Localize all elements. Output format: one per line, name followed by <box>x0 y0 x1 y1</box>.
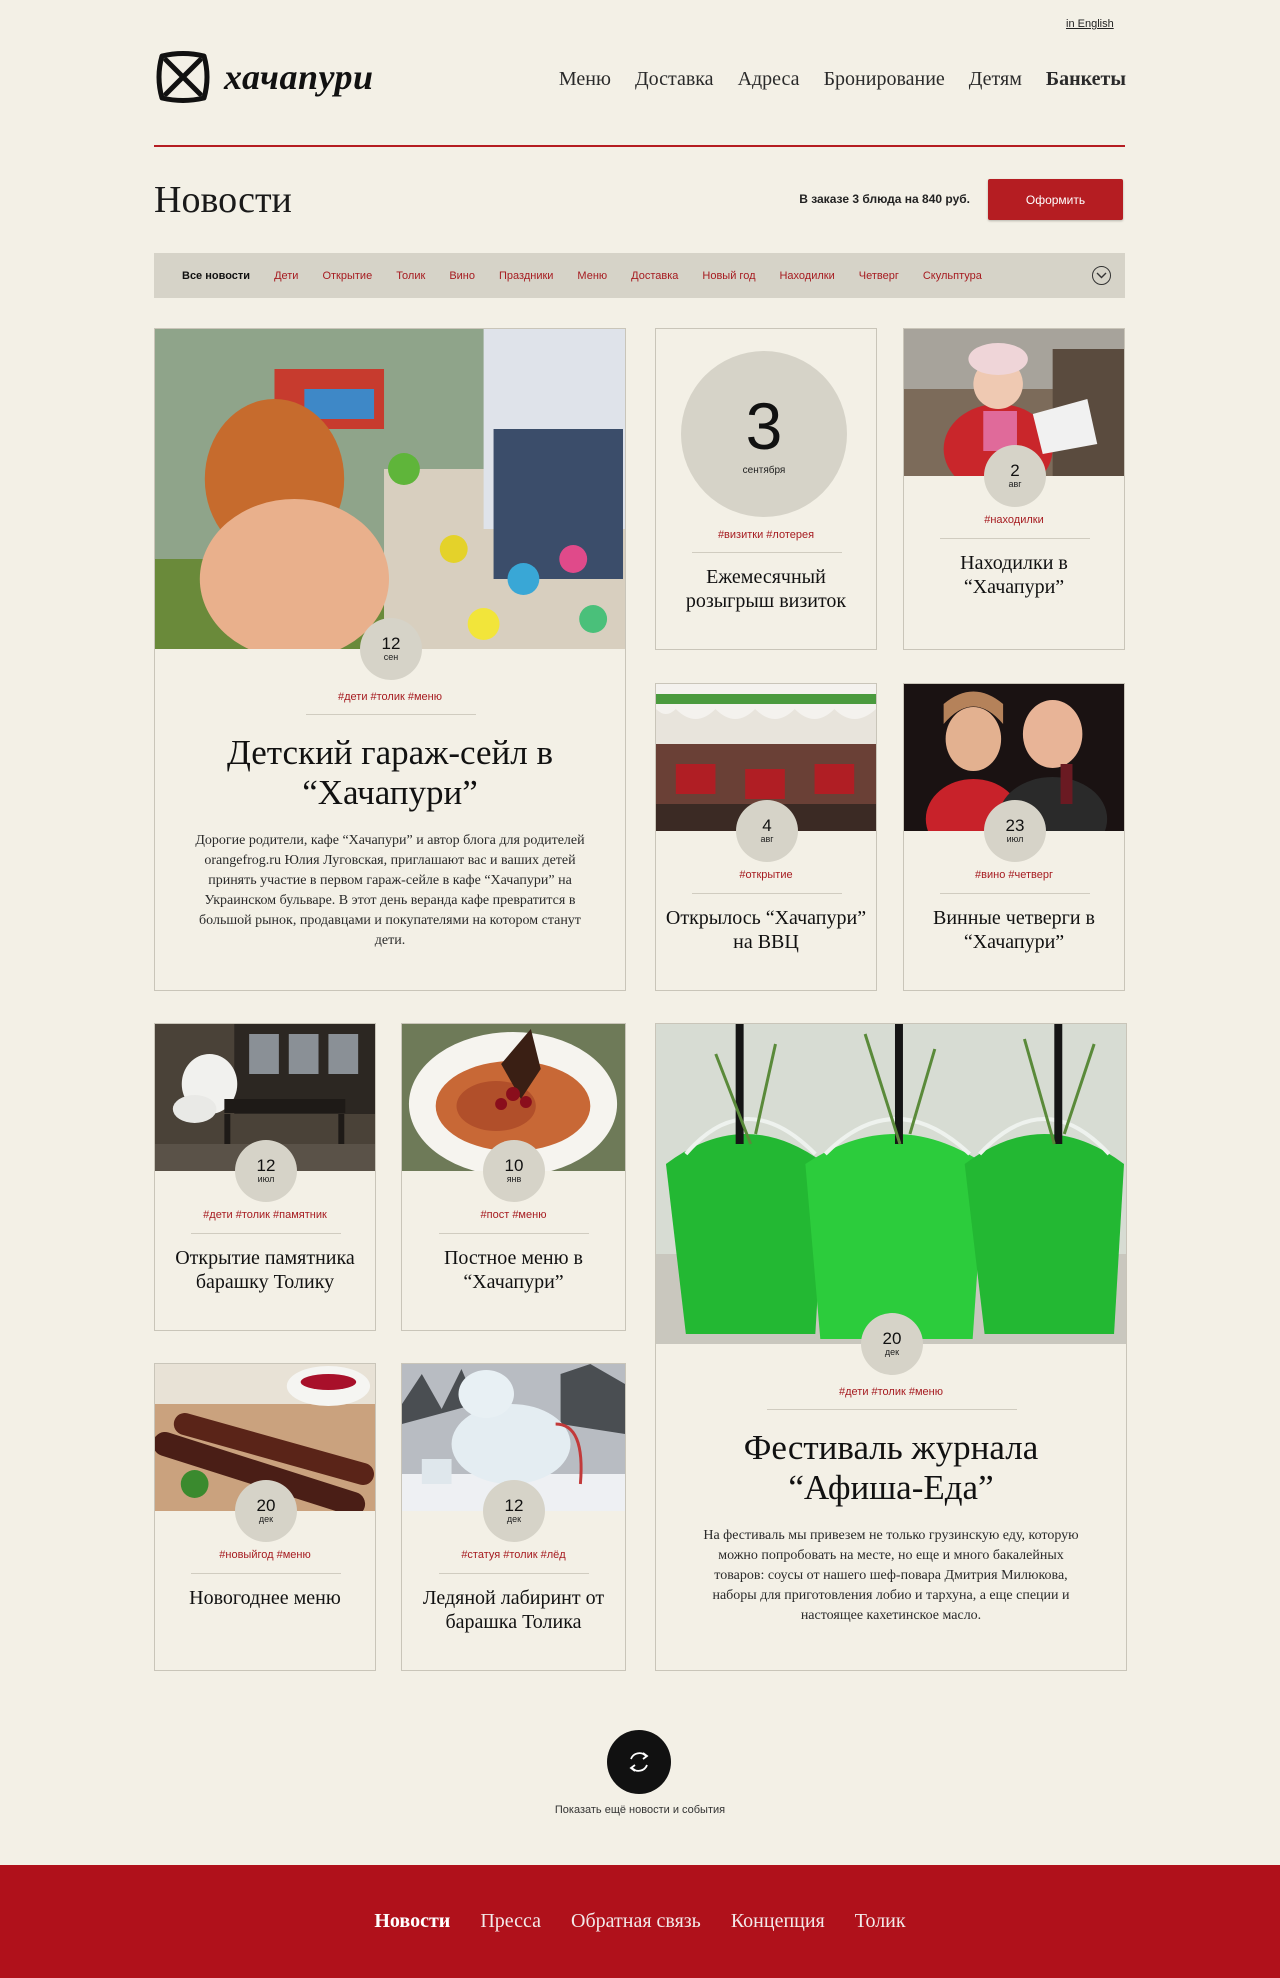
date-badge-large: 3 сентября <box>681 351 847 517</box>
news-title[interactable]: Ледяной лабиринт от барашка Толика <box>410 1586 617 1634</box>
divider <box>439 1573 589 1574</box>
divider <box>191 1573 341 1574</box>
news-card-finds[interactable]: 2 авг #находилки Находилки в “Хачапури” <box>903 328 1125 650</box>
news-title[interactable]: Новогоднее меню <box>163 1586 367 1610</box>
nav-kids[interactable]: Детям <box>969 68 1022 91</box>
news-tags[interactable]: #пост #меню <box>402 1209 625 1221</box>
footer-nav: Новости Пресса Обратная связь Концепция … <box>0 1865 1280 1978</box>
filter-wine[interactable]: Вино <box>449 270 475 282</box>
news-card-festival[interactable]: 20 дек #дети #толик #меню Фестиваль журна… <box>655 1023 1127 1671</box>
chevron-down-icon[interactable] <box>1092 266 1111 285</box>
news-card-opening[interactable]: 4 авг #открытие Открылось “Хачапури” на В… <box>655 683 877 991</box>
divider <box>940 893 1090 894</box>
news-tags[interactable]: #открытие <box>656 869 876 881</box>
filter-kids[interactable]: Дети <box>274 270 298 282</box>
news-photo <box>155 329 625 649</box>
news-photo <box>656 1024 1126 1344</box>
divider <box>692 552 842 553</box>
category-filter-bar: Все новости Дети Открытие Толик Вино Пра… <box>154 253 1125 298</box>
news-card-ice-labyrinth[interactable]: 12 дек #статуя #толик #лёд Ледяной лабири… <box>401 1363 626 1671</box>
news-tags[interactable]: #вино #четверг <box>904 869 1124 881</box>
date-badge: 20 дек <box>235 1480 297 1542</box>
date-badge: 4 авг <box>736 800 798 862</box>
news-title[interactable]: Находилки в “Хачапури” <box>944 551 1084 599</box>
footer-news[interactable]: Новости <box>374 1910 450 1933</box>
nav-delivery[interactable]: Доставка <box>635 68 714 91</box>
news-tags[interactable]: #находилки <box>904 514 1124 526</box>
filter-thursday[interactable]: Четверг <box>859 270 899 282</box>
date-badge: 2 авг <box>984 445 1046 507</box>
date-badge: 12 дек <box>483 1480 545 1542</box>
nav-menu[interactable]: Меню <box>559 68 611 91</box>
date-badge: 12 июл <box>235 1140 297 1202</box>
news-excerpt: Дорогие родители, кафе “Хачапури” и авто… <box>195 833 585 948</box>
divider <box>692 893 842 894</box>
footer-tolik[interactable]: Толик <box>855 1910 906 1933</box>
language-link[interactable]: in English <box>1066 18 1114 30</box>
filter-opening[interactable]: Открытие <box>322 270 372 282</box>
filter-new-year[interactable]: Новый год <box>702 270 755 282</box>
filter-sculpture[interactable]: Скульптура <box>923 270 982 282</box>
divider <box>940 538 1090 539</box>
news-card-garage-sale[interactable]: 12 сен #дети #толик #меню Детский гараж-с… <box>154 328 626 991</box>
news-excerpt: На фестиваль мы привезем не только грузи… <box>703 1528 1079 1623</box>
news-title[interactable]: Ежемесячный розыгрыш визиток <box>664 565 868 613</box>
news-card-lenten-menu[interactable]: 10 янв #пост #меню Постное меню в “Хачапу… <box>401 1023 626 1331</box>
logo[interactable]: хачапури <box>154 50 374 104</box>
news-card-new-year-menu[interactable]: 20 дек #новыйгод #меню Новогоднее меню <box>154 1363 376 1671</box>
nav-banquets[interactable]: Банкеты <box>1046 68 1126 91</box>
header-divider <box>154 145 1125 147</box>
divider <box>191 1233 341 1234</box>
nav-booking[interactable]: Бронирование <box>824 68 945 91</box>
news-tags[interactable]: #статуя #толик #лёд <box>402 1549 625 1561</box>
news-title[interactable]: Винные четверги в “Хачапури” <box>912 906 1116 954</box>
news-tags[interactable]: #визитки #лотерея <box>656 529 876 541</box>
checkout-button[interactable]: Оформить <box>988 179 1123 220</box>
order-summary: В заказе 3 блюда на 840 руб. <box>799 192 970 206</box>
filter-tolik[interactable]: Толик <box>396 270 425 282</box>
news-title[interactable]: Открылось “Хачапури” на ВВЦ <box>664 906 868 954</box>
load-more-button[interactable] <box>607 1730 671 1794</box>
filter-all[interactable]: Все новости <box>182 270 250 282</box>
news-card-wine[interactable]: 23 июл #вино #четверг Винные четверги в “… <box>903 683 1125 991</box>
news-card-monument[interactable]: 12 июл #дети #толик #памятник Открытие па… <box>154 1023 376 1331</box>
divider <box>439 1233 589 1234</box>
logo-text: хачапури <box>224 57 374 97</box>
news-tags[interactable]: #дети #толик #памятник <box>155 1209 375 1221</box>
refresh-icon <box>629 1752 649 1772</box>
date-badge: 12 сен <box>360 618 422 680</box>
filter-finds[interactable]: Находилки <box>779 270 834 282</box>
load-more-label[interactable]: Показать ещё новости и события <box>0 1804 1280 1816</box>
footer-concept[interactable]: Концепция <box>731 1910 825 1933</box>
divider <box>767 1409 1017 1410</box>
filter-menu[interactable]: Меню <box>577 270 607 282</box>
main-nav: Меню Доставка Адреса Бронирование Детям … <box>559 68 1126 91</box>
divider <box>306 714 476 715</box>
news-title[interactable]: Детский гараж-сейл в “Хачапури” <box>215 733 565 813</box>
news-title[interactable]: Постное меню в “Хачапури” <box>442 1246 585 1294</box>
filter-holidays[interactable]: Праздники <box>499 270 553 282</box>
date-badge: 20 дек <box>861 1313 923 1375</box>
date-badge: 10 янв <box>483 1140 545 1202</box>
nav-addresses[interactable]: Адреса <box>738 68 800 91</box>
news-card-raffle[interactable]: 3 сентября #визитки #лотерея Ежемесячный … <box>655 328 877 650</box>
news-tags[interactable]: #дети #толик #меню <box>155 691 625 703</box>
news-tags[interactable]: #дети #толик #меню <box>656 1386 1126 1398</box>
footer-feedback[interactable]: Обратная связь <box>571 1910 701 1933</box>
date-badge: 23 июл <box>984 800 1046 862</box>
news-title[interactable]: Открытие памятника барашку Толику <box>163 1246 367 1294</box>
news-title[interactable]: Фестиваль журнала “Афиша-Еда” <box>716 1428 1066 1508</box>
news-tags[interactable]: #новыйгод #меню <box>155 1549 375 1561</box>
page-title: Новости <box>154 179 292 221</box>
filter-delivery[interactable]: Доставка <box>631 270 678 282</box>
logo-icon <box>156 51 210 103</box>
footer-press[interactable]: Пресса <box>480 1910 541 1933</box>
